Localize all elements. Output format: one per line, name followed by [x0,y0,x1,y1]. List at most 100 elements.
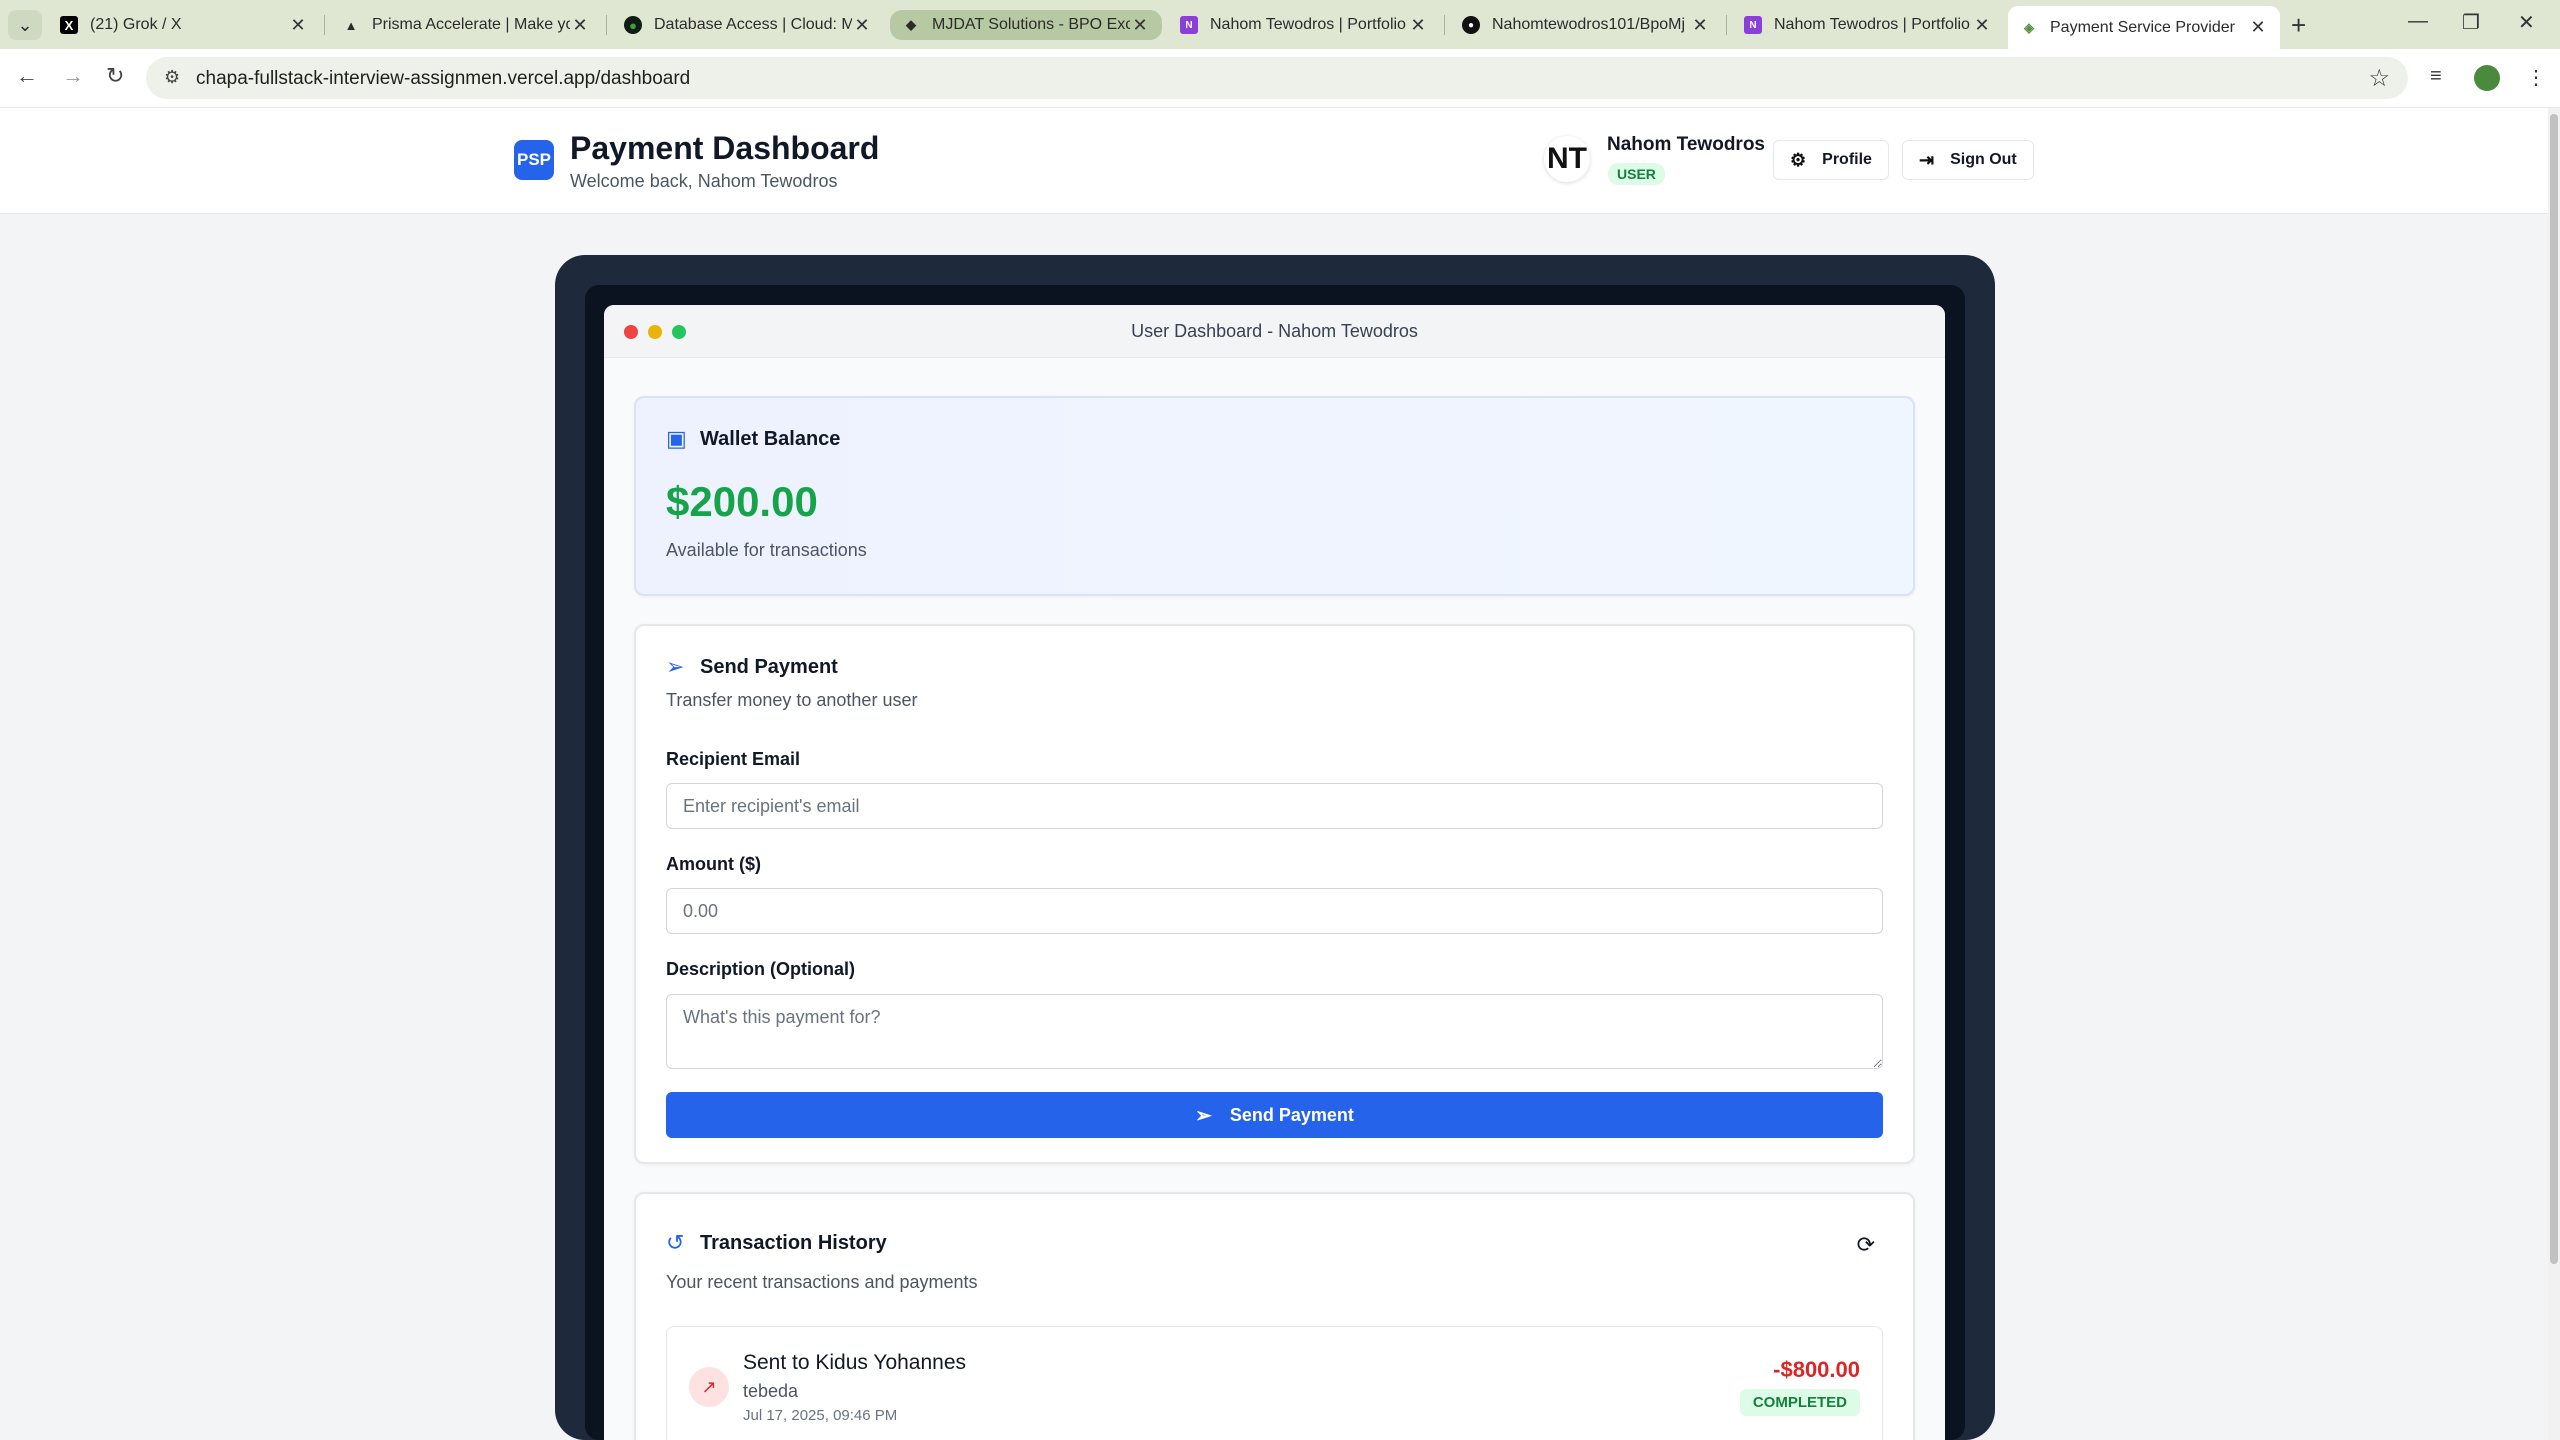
tab-close-icon[interactable]: ✕ [1408,15,1428,36]
app-window: User Dashboard - Nahom Tewodros ▣ Wallet… [604,305,1945,1440]
tab-close-icon[interactable]: ✕ [1690,15,1710,36]
profile-button[interactable]: ⚙ Profile [1773,140,1889,180]
avatar[interactable]: NT [1544,136,1590,182]
site-settings-icon[interactable]: ⚙ [164,67,180,88]
send-payment-card: ➢ Send Payment Transfer money to another… [634,624,1915,1164]
description-label: Description (Optional) [666,959,855,979]
transaction-history-subtitle: Your recent transactions and payments [666,1272,978,1292]
tab-title: Nahomtewodros101/BpoMj [1492,16,1685,33]
x-logo-icon: X [60,16,78,34]
tab-title: MJDAT Solutions - BPO Exce [932,16,1130,33]
tab-title: Nahom Tewodros | Portfolio [1774,16,1970,33]
address-bar[interactable]: ⚙ chapa-fullstack-interview-assignmen.ve… [146,57,2408,99]
bookmark-star-icon[interactable]: ☆ [2368,64,2390,93]
portfolio-icon: N [1744,16,1762,34]
outgoing-arrow-icon: ↗ [689,1367,729,1407]
github-icon: ● [1462,16,1480,34]
tab-close-icon[interactable]: ✕ [852,15,872,36]
tab-portfolio-2[interactable]: N Nahom Tewodros | Portfolio ✕ [1732,7,2004,43]
mjdat-icon: ◆ [906,17,916,32]
tab-mongodb[interactable]: ● Database Access | Cloud: Mo ✕ [612,7,884,43]
browser-profile-avatar[interactable] [2474,65,2500,91]
app-logo: PSP [514,140,554,180]
mongodb-leaf-icon: ● [624,16,642,34]
sign-out-icon: ⇥ [1919,149,1935,170]
back-arrow-icon[interactable]: ← [16,63,38,89]
tab-close-icon[interactable]: ✕ [288,15,308,36]
tab-title: Database Access | Cloud: Mo [654,16,852,33]
tab-mjdat[interactable]: ◆ MJDAT Solutions - BPO Exce ✕ [890,10,1162,40]
tab-prisma[interactable]: ▲ Prisma Accelerate | Make yo ✕ [330,7,602,43]
browser-tab-bar: ⌄ X (21) Grok / X ✕ ▲ Prisma Accelerate … [0,0,2560,49]
recipient-email-label: Recipient Email [666,749,801,769]
tab-close-icon[interactable]: ✕ [570,15,590,36]
dashboard-body: ▣ Wallet Balance $200.00 Available for t… [604,358,1945,1440]
history-icon: ↺ [666,1230,685,1255]
refresh-icon[interactable]: ⟳ [1857,1232,1875,1258]
transaction-description: tebeda [743,1381,799,1401]
scrollbar-thumb[interactable] [2550,114,2558,1264]
forward-arrow-icon[interactable]: → [62,63,84,89]
wallet-balance: $200.00 [666,478,818,525]
tab-github[interactable]: ● Nahomtewodros101/BpoMj ✕ [1450,7,1722,43]
browser-toolbar: ← → ↻ ⚙ chapa-fullstack-interview-assign… [0,49,2560,108]
gear-icon: ⚙ [1790,149,1807,170]
transaction-history-card: ↺ Transaction History Your recent transa… [634,1192,1915,1440]
transaction-title: Sent to Kidus Yohannes [743,1351,967,1374]
sign-out-button[interactable]: ⇥ Sign Out [1902,140,2034,180]
wallet-title: Wallet Balance [700,428,841,450]
media-controls-icon[interactable]: ≡ [2430,65,2442,88]
wallet-caption: Available for transactions [666,540,867,560]
recipient-email-field[interactable] [666,783,1883,829]
profile-button-label: Profile [1822,151,1872,168]
send-payment-button[interactable]: ➢ Send Payment [666,1092,1883,1138]
role-badge: USER [1608,163,1665,185]
tab-title: Payment Service Provider [2050,18,2235,36]
window-title: User Dashboard - Nahom Tewodros [1131,321,1418,341]
user-name: Nahom Tewodros [1607,134,1765,155]
transaction-amount: -$800.00 [1773,1357,1860,1382]
transaction-row[interactable]: ↗ Sent to Kidus Yohannes tebeda Jul 17, … [666,1326,1883,1440]
tab-payment-service-provider[interactable]: ◈ Payment Service Provider ✕ [2008,6,2280,49]
app-header: PSP Payment Dashboard Welcome back, Naho… [0,108,2548,214]
payment-icon: ◈ [2024,19,2034,35]
new-tab-icon[interactable]: + [2291,10,2306,41]
page-title: Payment Dashboard [570,130,880,166]
wallet-icon: ▣ [666,426,687,451]
reload-icon[interactable]: ↻ [106,63,124,89]
amount-field[interactable] [666,888,1883,934]
transaction-date: Jul 17, 2025, 09:46 PM [743,1407,898,1424]
url-text[interactable]: chapa-fullstack-interview-assignmen.verc… [196,68,690,90]
tab-grok[interactable]: X (21) Grok / X ✕ [48,7,320,43]
wallet-card: ▣ Wallet Balance $200.00 Available for t… [634,396,1915,596]
sign-out-button-label: Sign Out [1950,151,2017,168]
tab-portfolio-1[interactable]: N Nahom Tewodros | Portfolio ✕ [1168,7,1440,43]
tab-separator [606,15,607,35]
welcome-text: Welcome back, Nahom Tewodros [570,171,838,191]
tab-close-icon[interactable]: ✕ [1972,15,1992,36]
tab-separator [1444,15,1445,35]
amount-label: Amount ($) [666,854,761,874]
send-payment-title: Send Payment [700,656,838,678]
window-title-bar: User Dashboard - Nahom Tewodros [604,305,1945,358]
prisma-icon: ▲ [344,17,358,33]
restore-icon[interactable]: ❐ [2462,10,2480,35]
tab-title: (21) Grok / X [90,16,182,33]
description-field[interactable] [666,994,1883,1069]
tab-close-icon[interactable]: ✕ [1130,15,1150,36]
tab-search-chevron-icon[interactable]: ⌄ [8,10,42,40]
minimize-icon[interactable]: — [2408,10,2428,33]
browser-menu-icon[interactable]: ⋮ [2526,65,2546,90]
send-icon: ➢ [1195,1104,1212,1127]
tab-close-icon[interactable]: ✕ [2248,17,2268,38]
send-payment-button-label: Send Payment [1229,1104,1354,1125]
portfolio-icon: N [1180,16,1198,34]
tab-title: Prisma Accelerate | Make yo [372,16,570,33]
page-scrollbar[interactable] [2548,108,2560,1440]
send-icon: ➢ [666,654,685,679]
tab-separator [324,15,325,35]
tab-title: Nahom Tewodros | Portfolio [1210,16,1406,33]
window-close-icon[interactable]: ✕ [2518,10,2535,35]
send-payment-subtitle: Transfer money to another user [666,690,918,710]
transaction-history-title: Transaction History [700,1232,887,1254]
